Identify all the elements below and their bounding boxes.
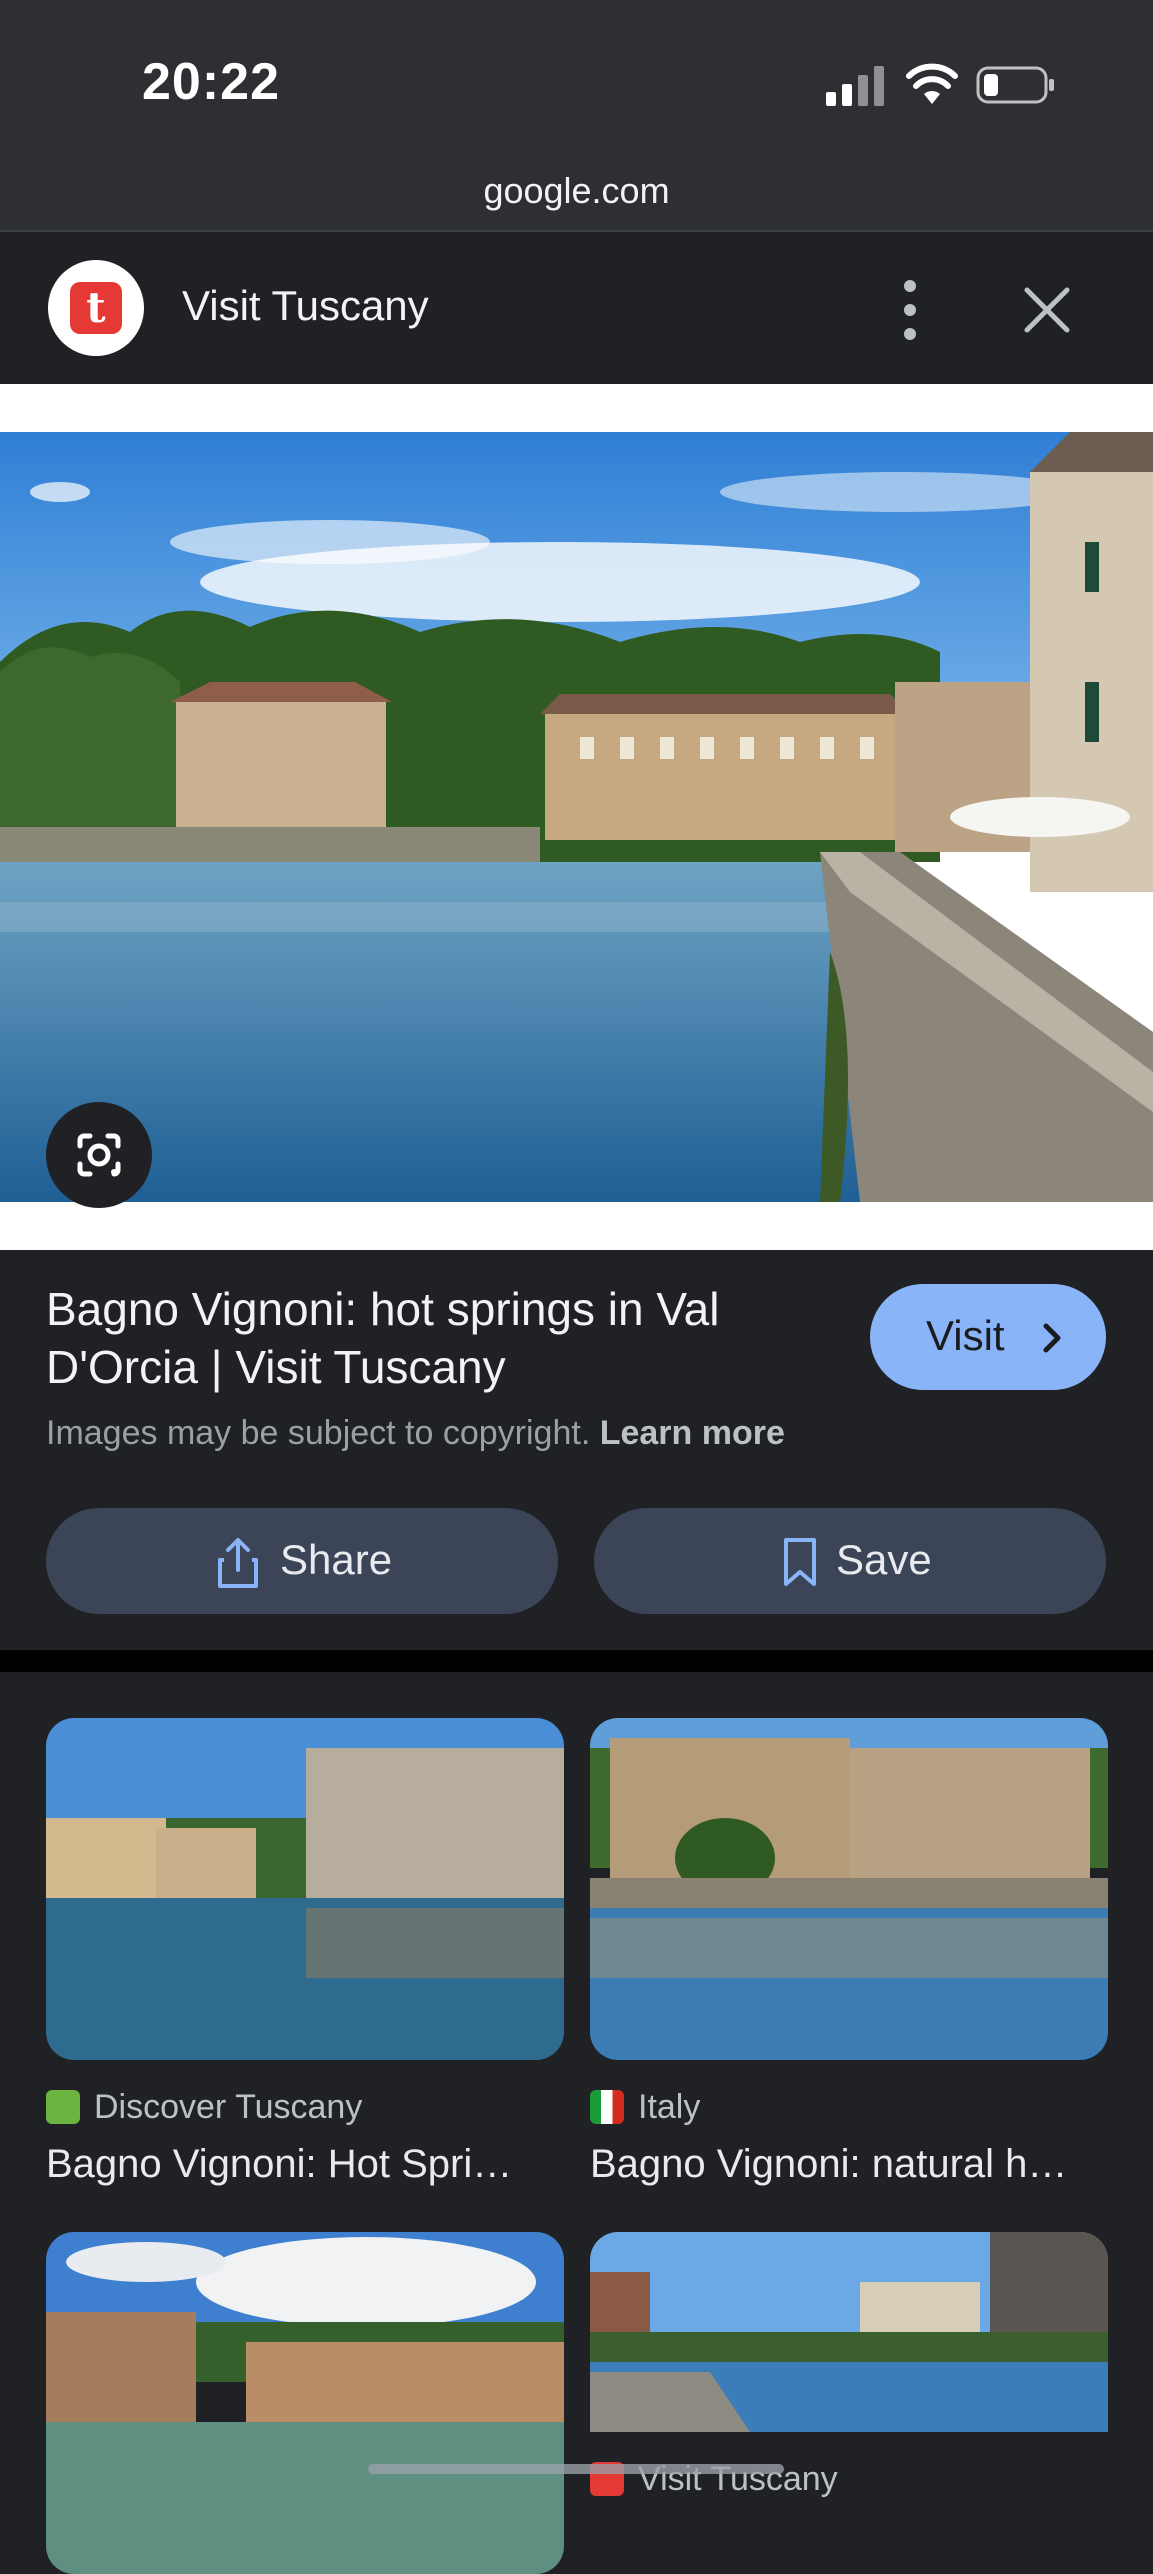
home-indicator[interactable] [368, 2464, 784, 2474]
visit-label: Visit [926, 1312, 1005, 1359]
related-thumbnail[interactable] [590, 1718, 1108, 2060]
visit-button[interactable]: Visit [870, 1284, 1106, 1390]
source-logo[interactable]: t [48, 260, 144, 356]
related-source: Italy [590, 2088, 700, 2127]
more-vert-icon[interactable] [880, 268, 940, 352]
status-time: 20:22 [142, 53, 280, 111]
url-bar[interactable]: google.com [0, 170, 1153, 212]
main-photo[interactable] [0, 432, 1153, 1202]
save-label: Save [836, 1536, 932, 1583]
related-title[interactable]: Bagno Vignoni: natural h… [590, 2142, 1108, 2187]
related-thumbnail[interactable] [46, 2232, 564, 2574]
related-thumbnail[interactable] [46, 1718, 564, 2060]
close-icon[interactable] [1015, 278, 1079, 342]
related-title[interactable]: Bagno Vignoni: Hot Spri… [46, 2142, 564, 2187]
battery-icon [976, 66, 1054, 104]
source-logo-letter: t [70, 282, 122, 334]
copyright-notice: Images may be subject to copyright. Lear… [46, 1414, 785, 1453]
google-lens-icon [77, 1133, 121, 1177]
source-name[interactable]: Visit Tuscany [182, 282, 429, 330]
chevron-right-icon [1043, 1323, 1061, 1353]
image-preview [0, 384, 1153, 1250]
section-separator [0, 1650, 1153, 1672]
status-bar: 20:22 google.com [0, 0, 1153, 232]
related-images-grid: Discover Tuscany Bagno Vignoni: Hot Spri… [0, 1672, 1153, 2574]
copyright-text: Images may be subject to copyright. [46, 1414, 591, 1452]
google-lens-button[interactable] [46, 1102, 152, 1208]
save-button[interactable]: Save [594, 1508, 1106, 1614]
source-favicon [590, 2090, 624, 2124]
wifi-icon [906, 63, 958, 104]
source-favicon [46, 2090, 80, 2124]
share-icon [218, 1538, 258, 1588]
bookmark-icon [784, 1538, 816, 1586]
related-source: Discover Tuscany [46, 2088, 362, 2127]
result-info: Bagno Vignoni: hot springs in Val D'Orci… [0, 1250, 1153, 1650]
signal-icon [826, 66, 884, 106]
result-title[interactable]: Bagno Vignoni: hot springs in Val D'Orci… [46, 1280, 826, 1396]
share-button[interactable]: Share [46, 1508, 558, 1614]
share-label: Share [280, 1536, 393, 1583]
source-header: t Visit Tuscany [0, 232, 1153, 384]
learn-more-link[interactable]: Learn more [600, 1414, 785, 1452]
related-thumbnail[interactable] [590, 2232, 1108, 2574]
